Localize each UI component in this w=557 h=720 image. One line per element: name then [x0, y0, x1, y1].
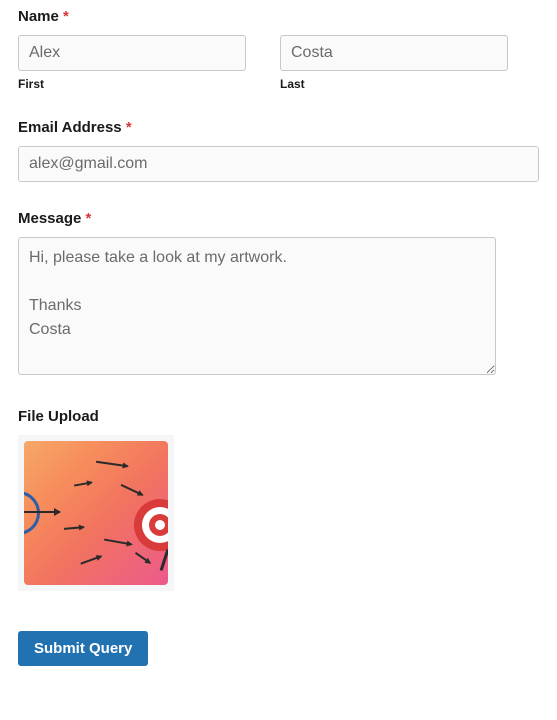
- message-label-text: Message: [18, 210, 81, 227]
- last-name-col: Last: [280, 35, 508, 91]
- name-label-text: Name: [18, 8, 59, 25]
- email-label-text: Email Address: [18, 119, 122, 136]
- required-mark: *: [86, 210, 92, 227]
- arrow-icon: [96, 461, 128, 467]
- arrow-icon: [74, 481, 92, 486]
- name-row: First Last: [18, 35, 539, 91]
- target-icon: [134, 499, 168, 551]
- arrow-icon: [121, 484, 143, 496]
- required-mark: *: [126, 119, 132, 136]
- arrow-icon: [64, 526, 84, 529]
- target-stand-icon: [160, 549, 168, 571]
- last-name-input[interactable]: [280, 35, 508, 71]
- bow-arrow-icon: [24, 511, 60, 513]
- name-label: Name *: [18, 8, 539, 25]
- name-field-group: Name * First Last: [18, 8, 539, 91]
- first-name-input[interactable]: [18, 35, 246, 71]
- first-name-col: First: [18, 35, 246, 91]
- last-name-sublabel: Last: [280, 77, 508, 91]
- upload-field-group: File Upload: [18, 408, 539, 591]
- message-textarea[interactable]: [18, 237, 496, 375]
- arrow-icon: [135, 552, 151, 564]
- upload-thumbnail: [24, 441, 168, 585]
- required-mark: *: [63, 8, 69, 25]
- arrow-icon: [104, 539, 132, 545]
- email-label: Email Address *: [18, 119, 539, 136]
- message-field-group: Message *: [18, 210, 539, 380]
- email-input[interactable]: [18, 146, 539, 182]
- arrow-icon: [80, 555, 101, 564]
- email-field-group: Email Address *: [18, 119, 539, 182]
- submit-button[interactable]: Submit Query: [18, 631, 148, 666]
- message-label: Message *: [18, 210, 539, 227]
- upload-label: File Upload: [18, 408, 539, 425]
- upload-thumbnail-wrap[interactable]: [18, 435, 174, 591]
- first-name-sublabel: First: [18, 77, 246, 91]
- bow-icon: [24, 491, 40, 535]
